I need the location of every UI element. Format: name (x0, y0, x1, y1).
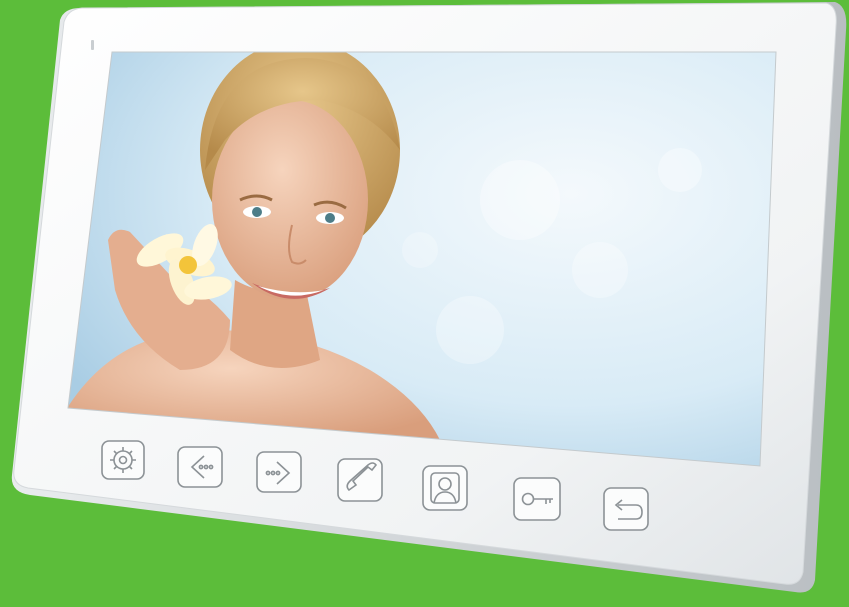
previous-button[interactable] (177, 446, 223, 488)
status-led (91, 40, 94, 50)
intercom-monitor (11, 2, 847, 593)
call-button[interactable] (337, 458, 383, 502)
next-button[interactable] (256, 451, 302, 493)
unlock-button[interactable] (513, 477, 561, 521)
monitor-button[interactable] (422, 465, 468, 511)
back-button[interactable] (603, 487, 649, 531)
intercom-monitor-product-photo (0, 0, 849, 607)
video-screen (68, 52, 776, 466)
menu-button[interactable] (101, 440, 145, 480)
